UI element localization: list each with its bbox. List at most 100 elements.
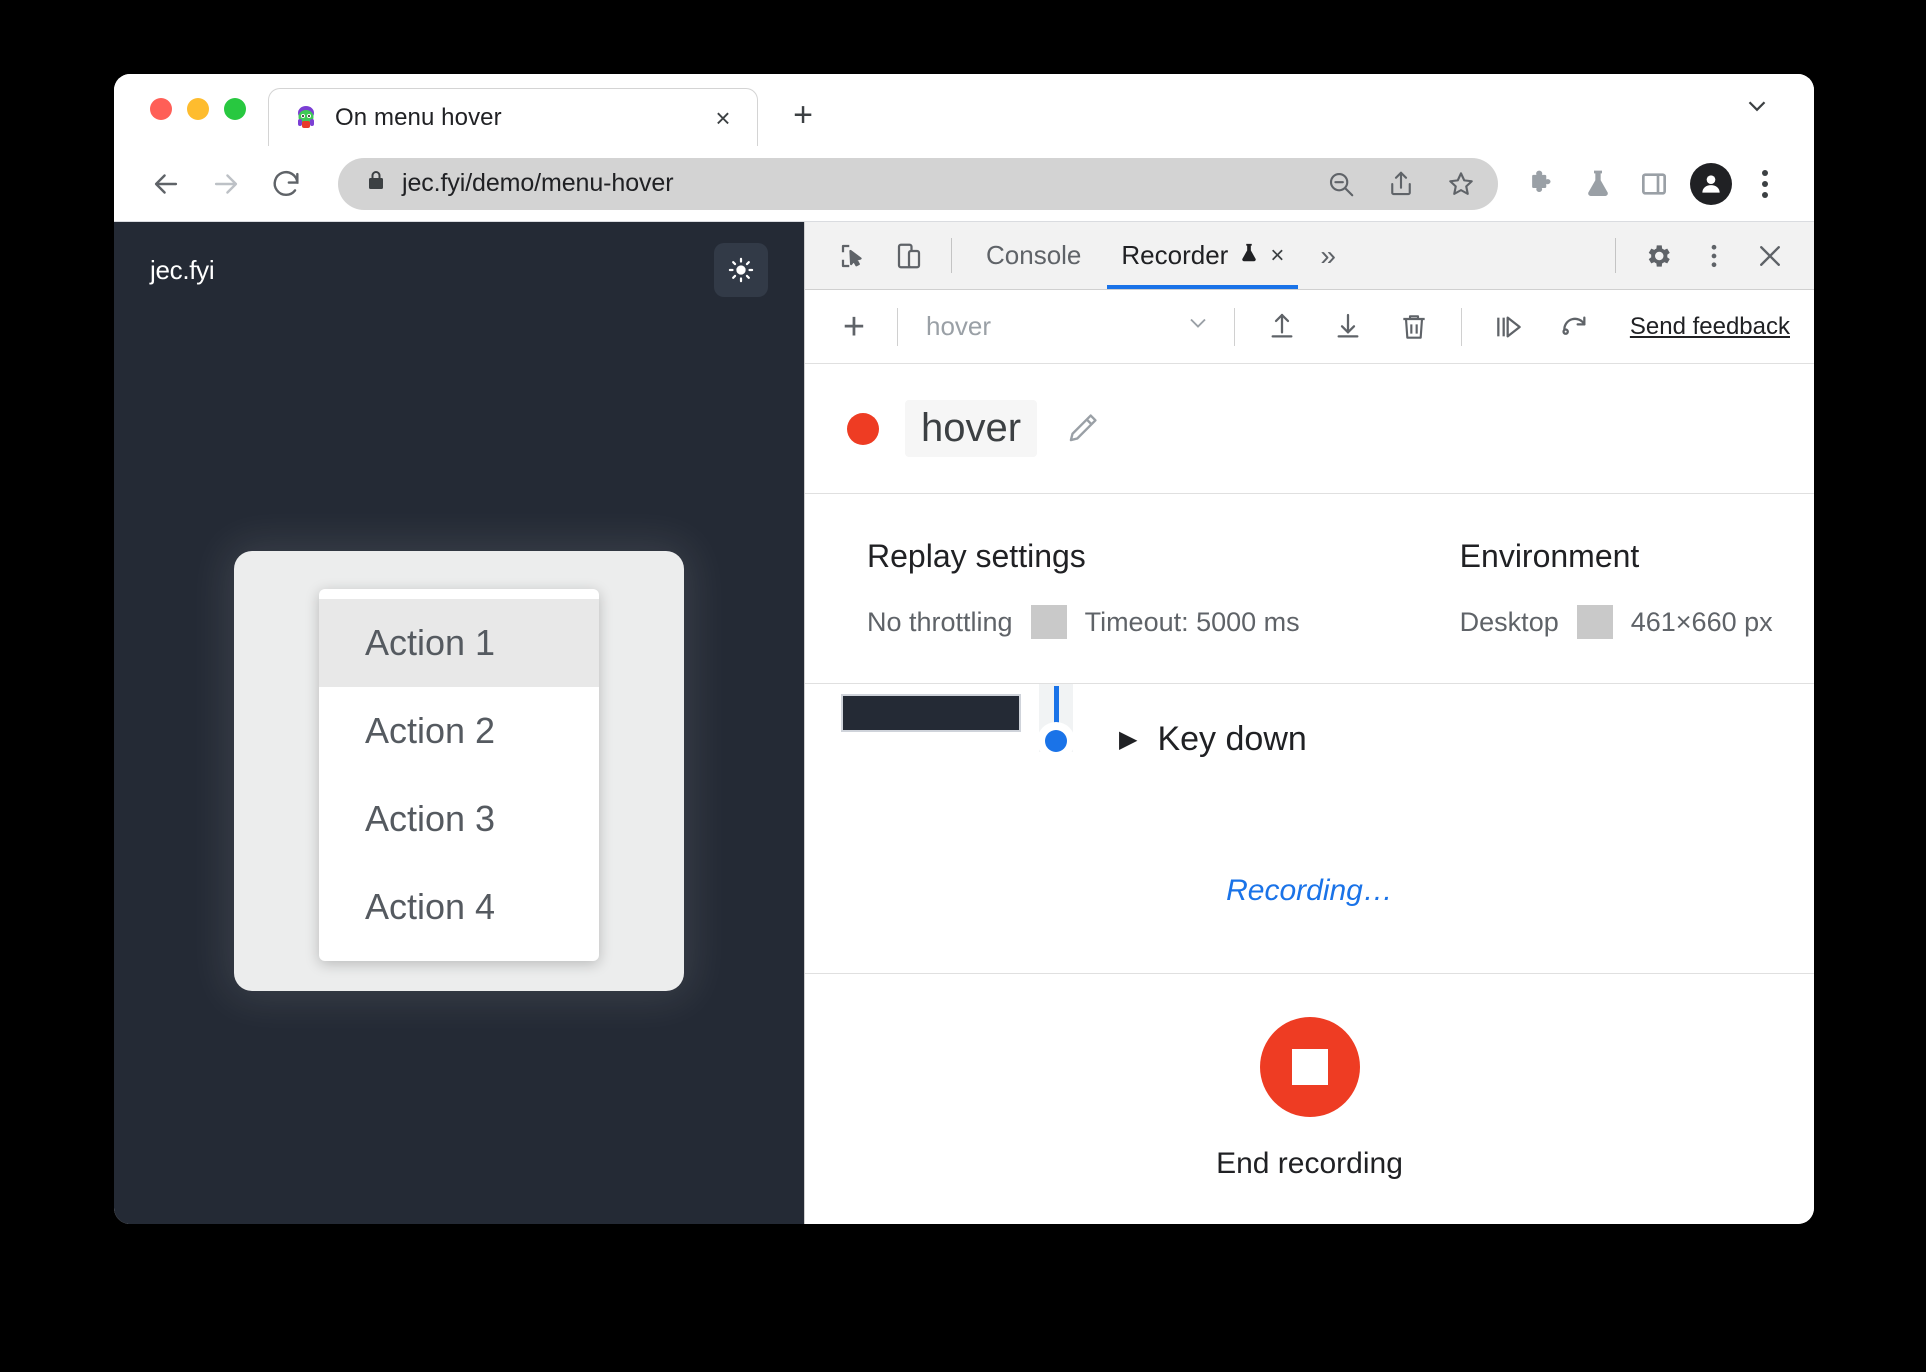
timeout-value[interactable]: Timeout: 5000 ms <box>1067 607 1318 638</box>
menu-item-label: Action 4 <box>365 886 496 927</box>
web-page-viewport: jec.fyi Hover me! Action 1 <box>114 222 804 1224</box>
end-recording-label: End recording <box>1216 1147 1403 1180</box>
browser-window: On menu hover × + jec.fyi/demo/menu-hove… <box>114 74 1814 1224</box>
three-dot-menu-icon[interactable] <box>1686 222 1742 289</box>
step-timeline <box>1033 684 1079 752</box>
add-recording-button[interactable]: + <box>825 298 883 356</box>
recording-indicator: Recording… <box>1226 874 1393 907</box>
pencil-icon[interactable] <box>1063 410 1101 448</box>
stop-square-icon <box>1291 1049 1328 1085</box>
value-divider <box>1030 605 1067 639</box>
menu-item-action-4[interactable]: Action 4 <box>319 863 599 951</box>
share-icon[interactable] <box>1378 161 1424 207</box>
menu-item-label: Action 2 <box>365 710 496 751</box>
puzzle-icon[interactable] <box>1516 158 1568 210</box>
tab-title: On menu hover <box>335 103 502 131</box>
zoom-out-icon[interactable] <box>1318 161 1364 207</box>
menu-item-label: Action 3 <box>365 798 496 839</box>
tab-console[interactable]: Console <box>966 222 1101 289</box>
step-label-wrap[interactable]: ▶ Key down <box>1119 684 1307 759</box>
gear-icon[interactable] <box>1630 222 1686 289</box>
three-dot-menu-icon[interactable] <box>1742 158 1788 210</box>
menu-item-action-1[interactable]: Action 1 <box>319 599 599 687</box>
menu-item-action-2[interactable]: Action 2 <box>319 687 599 775</box>
recording-title-row: hover <box>805 364 1814 494</box>
recording-select[interactable]: hover <box>912 309 1220 344</box>
viewport-size-value: 461×660 px <box>1630 606 1773 637</box>
site-logo[interactable]: jec.fyi <box>150 255 215 286</box>
chevron-right-icon[interactable]: ▶ <box>1119 727 1137 752</box>
more-tabs-icon[interactable]: » <box>1304 222 1352 289</box>
tab-label: Recorder <box>1121 240 1229 270</box>
import-icon[interactable] <box>1254 299 1310 355</box>
browser-tab[interactable]: On menu hover × <box>268 88 758 146</box>
toolbar-divider <box>1233 307 1235 346</box>
sun-icon[interactable] <box>714 243 768 297</box>
timeline-line <box>1053 686 1059 730</box>
tab-strip: On menu hover × + <box>114 74 1814 146</box>
browser-toolbar: jec.fyi/demo/menu-hover <box>114 146 1814 222</box>
value-divider <box>1576 605 1613 639</box>
menu-item-label: Action 1 <box>365 622 496 663</box>
flask-icon <box>1238 240 1260 271</box>
avatar[interactable] <box>1690 162 1732 205</box>
environment-heading: Environment <box>1459 538 1640 574</box>
throttling-value[interactable]: No throttling <box>867 607 1031 638</box>
recorder-toolbar: + hover Send feedback <box>805 290 1814 364</box>
recorder-step[interactable]: ▶ Key down <box>1033 684 1307 759</box>
tab-close-icon[interactable]: × <box>707 102 739 134</box>
url-text: jec.fyi/demo/menu-hover <box>402 169 674 197</box>
environment-values: Desktop 461×660 px <box>1460 605 1791 639</box>
step-replay-icon[interactable] <box>1481 299 1537 355</box>
device-type-value: Desktop <box>1459 606 1559 637</box>
star-icon[interactable] <box>1438 161 1484 207</box>
devtools-panel: Console Recorder × » + hover Send feedba… <box>804 222 1814 1224</box>
devtools-tab-spacer <box>1352 222 1601 289</box>
hover-card[interactable]: Hover me! Action 1 Action 2 Action 3 Act… <box>234 551 684 991</box>
replay-icon[interactable] <box>1547 299 1603 355</box>
menu-item-action-3[interactable]: Action 3 <box>319 775 599 863</box>
recording-settings: Replay settings No throttling Timeout: 5… <box>805 494 1814 684</box>
window-minimize-button[interactable] <box>187 98 209 120</box>
toolbar-divider <box>951 238 952 273</box>
page-header: jec.fyi <box>114 222 804 318</box>
device-toggle-icon[interactable] <box>881 222 937 289</box>
environment-column: Environment Desktop 461×660 px <box>1460 538 1791 639</box>
end-recording-area: End recording <box>805 974 1814 1224</box>
inspect-element-icon[interactable] <box>825 222 881 289</box>
flask-icon[interactable] <box>1572 158 1624 210</box>
step-label: Key down <box>1157 720 1307 758</box>
side-panel-icon[interactable] <box>1628 158 1680 210</box>
replay-settings-heading: Replay settings <box>867 538 1086 574</box>
recording-status-dot <box>847 412 879 445</box>
toolbar-divider <box>897 307 898 346</box>
tab-close-icon[interactable]: × <box>1270 242 1284 270</box>
window-close-button[interactable] <box>150 98 172 120</box>
recorder-steps-area: ▶ Key down Recording… <box>805 684 1814 974</box>
step-screenshot-thumbnail <box>841 694 1021 732</box>
toolbar-divider-right <box>1615 238 1616 273</box>
hover-dropdown-menu: Action 1 Action 2 Action 3 Action 4 <box>319 589 599 961</box>
trash-icon[interactable] <box>1386 299 1442 355</box>
export-icon[interactable] <box>1320 299 1376 355</box>
reload-button[interactable] <box>258 156 314 212</box>
forward-button[interactable] <box>198 156 254 212</box>
recording-select-label: hover <box>926 311 992 341</box>
window-traffic-lights <box>114 98 268 146</box>
tab-recorder[interactable]: Recorder × <box>1101 222 1304 289</box>
lock-icon <box>364 169 388 198</box>
back-button[interactable] <box>138 156 194 212</box>
devtools-tab-bar: Console Recorder × » <box>805 222 1814 290</box>
end-recording-button[interactable] <box>1259 1017 1360 1117</box>
recording-title[interactable]: hover <box>905 400 1038 457</box>
window-body: jec.fyi Hover me! Action 1 <box>114 222 1814 1224</box>
site-favicon <box>293 105 319 131</box>
chevron-down-icon[interactable] <box>1742 91 1772 126</box>
send-feedback-link[interactable]: Send feedback <box>1630 313 1790 341</box>
replay-settings-values: No throttling Timeout: 5000 ms <box>867 605 1318 639</box>
close-devtools-icon[interactable] <box>1742 222 1798 289</box>
address-bar[interactable]: jec.fyi/demo/menu-hover <box>338 157 1498 210</box>
new-tab-button[interactable]: + <box>780 92 826 138</box>
replay-settings-column: Replay settings No throttling Timeout: 5… <box>867 538 1318 639</box>
window-zoom-button[interactable] <box>224 98 246 120</box>
